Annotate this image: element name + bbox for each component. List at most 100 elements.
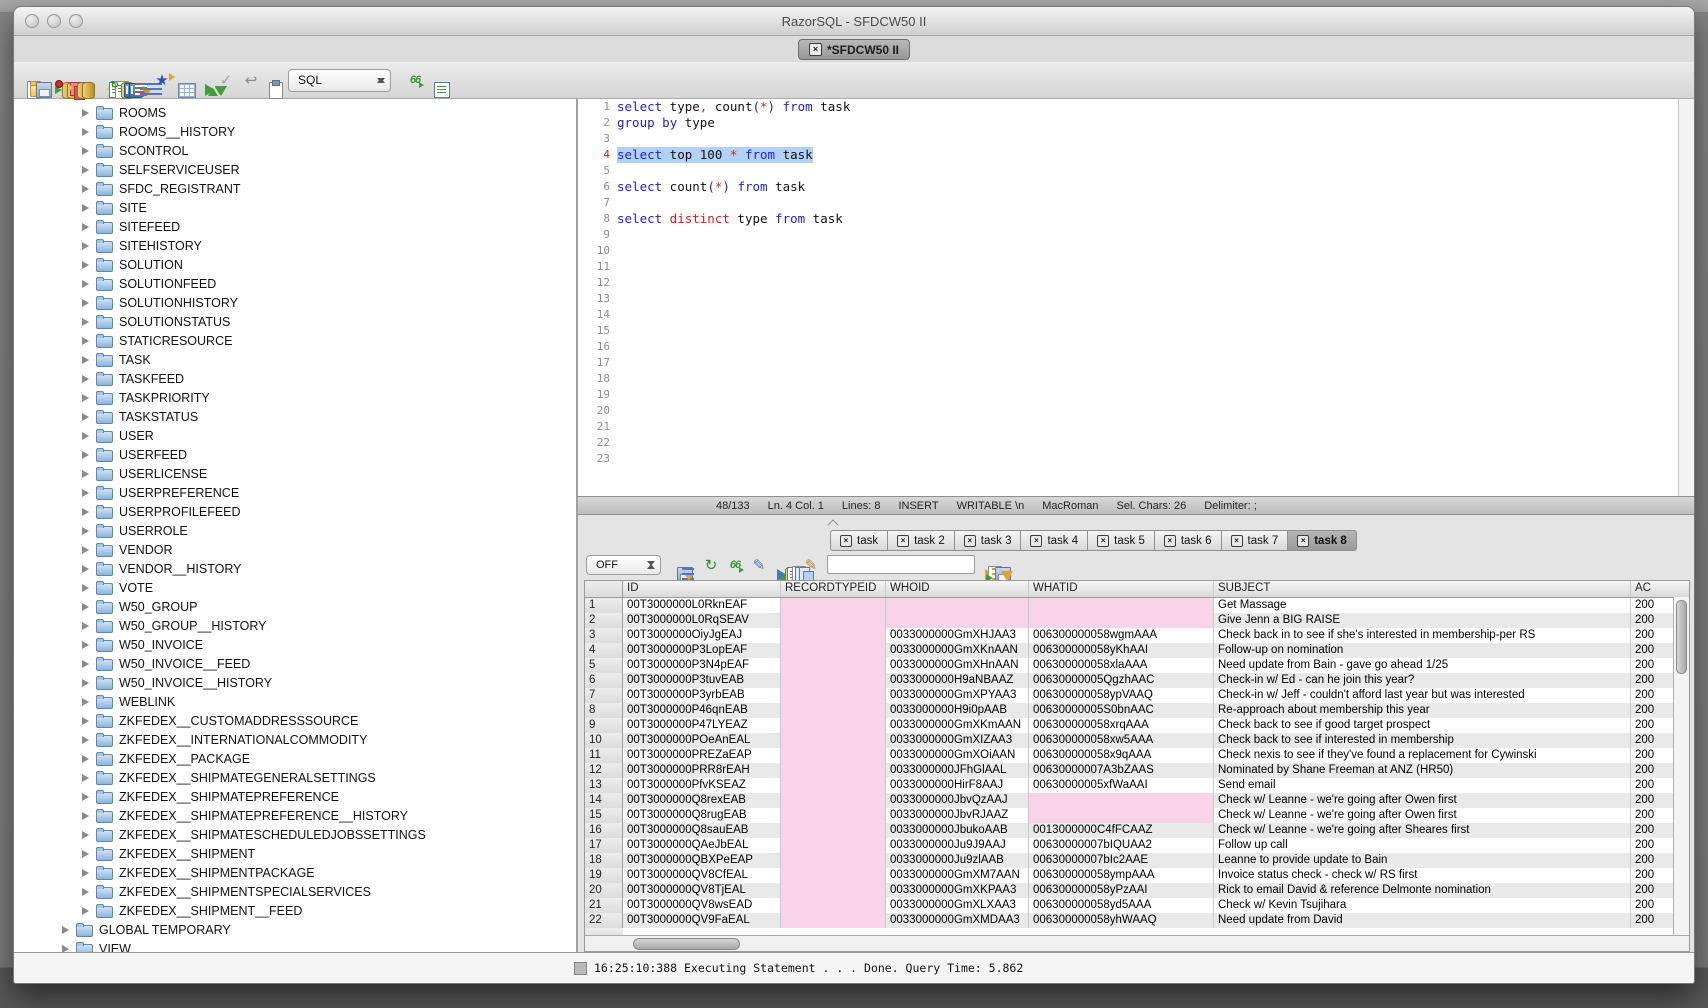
tree-item-site[interactable]: SITE: [14, 198, 576, 217]
highlight-results-icon[interactable]: ✎: [801, 555, 821, 575]
tree-item-taskfeed[interactable]: TASKFEED: [14, 369, 576, 388]
cell-whatid[interactable]: 006300000058ypVAAQ: [1029, 688, 1214, 703]
editor-line[interactable]: 11: [578, 259, 1694, 275]
result-tab-task[interactable]: ×task: [830, 530, 888, 551]
cell-subject[interactable]: Give Jenn a BIG RAISE: [1214, 613, 1631, 628]
cell-recordtypeid[interactable]: [781, 763, 886, 778]
expand-triangle-icon[interactable]: [82, 717, 89, 725]
scrollbar-thumb[interactable]: [633, 938, 740, 950]
close-tab-icon[interactable]: ×: [1030, 535, 1042, 547]
cell-recordtypeid[interactable]: [781, 778, 886, 793]
row-number-cell[interactable]: 19: [585, 868, 623, 883]
tree-item-zkfedex__shipmatepreference__history[interactable]: ZKFEDEX__SHIPMATEPREFERENCE__HISTORY: [14, 806, 576, 825]
cell-id[interactable]: 00T3000000P47LYEAZ: [623, 718, 781, 733]
cell-id[interactable]: 00T3000000QV8CfEAL: [623, 868, 781, 883]
tree-item-sfdc_registrant[interactable]: SFDC_REGISTRANT: [14, 179, 576, 198]
result-tab-task-7[interactable]: ×task 7: [1221, 530, 1289, 551]
cell-whatid[interactable]: [1029, 808, 1214, 823]
table-row[interactable]: 400T3000000P3LopEAF0033000000GmXKnAAN006…: [585, 643, 1689, 658]
cell-recordtypeid[interactable]: [781, 643, 886, 658]
table-row[interactable]: 1900T3000000QV8CfEAL0033000000GmXM7AAN00…: [585, 868, 1689, 883]
cell-subject[interactable]: Need update from David: [1214, 913, 1631, 928]
expand-triangle-icon[interactable]: [82, 679, 89, 687]
cell-recordtypeid[interactable]: [781, 628, 886, 643]
expand-triangle-icon[interactable]: [82, 508, 89, 516]
tree-item-global temporary[interactable]: GLOBAL TEMPORARY: [14, 920, 576, 939]
cell-whatid[interactable]: 006300000058yPzAAI: [1029, 883, 1214, 898]
column-header-recordtypeid[interactable]: RECORDTYPEID: [781, 581, 886, 597]
cell-subject[interactable]: Check w/ Leanne - we're going after Shea…: [1214, 823, 1631, 838]
cell-id[interactable]: 00T3000000L0RknEAF: [623, 598, 781, 613]
editor-line[interactable]: 16: [578, 339, 1694, 355]
cell-id[interactable]: 00T3000000Q8sauEAB: [623, 823, 781, 838]
expand-triangle-icon[interactable]: [82, 869, 89, 877]
cell-recordtypeid[interactable]: [781, 838, 886, 853]
table-row[interactable]: 600T3000000P3tuvEAB0033000000H9aNBAAZ006…: [585, 673, 1689, 688]
result-tab-task-6[interactable]: ×task 6: [1154, 530, 1222, 551]
column-header-subject[interactable]: SUBJECT: [1214, 581, 1631, 597]
refresh-results-icon[interactable]: ↻: [701, 555, 721, 575]
column-header-ac[interactable]: AC: [1631, 581, 1689, 597]
cell-subject[interactable]: Check-in w/ Ed - can he join this year?: [1214, 673, 1631, 688]
table-row[interactable]: 1100T3000000PREZaEAP0033000000GmXOiAAN00…: [585, 748, 1689, 763]
row-number-cell[interactable]: 21: [585, 898, 623, 913]
result-tab-task-4[interactable]: ×task 4: [1020, 530, 1088, 551]
row-number-cell[interactable]: 14: [585, 793, 623, 808]
tree-item-zkfedex__shipment__feed[interactable]: ZKFEDEX__SHIPMENT__FEED: [14, 901, 576, 920]
table-row[interactable]: 300T3000000OiyJgEAJ0033000000GmXHJAA3006…: [585, 628, 1689, 643]
tree-item-w50_invoice__feed[interactable]: W50_INVOICE__FEED: [14, 654, 576, 673]
editor-line[interactable]: 19: [578, 387, 1694, 403]
document-tab[interactable]: × *SFDCW50 II: [798, 39, 910, 60]
editor-line[interactable]: 4select top 100 * from task: [578, 147, 1694, 163]
expand-triangle-icon[interactable]: [82, 755, 89, 763]
cell-recordtypeid[interactable]: [781, 703, 886, 718]
column-header-whoid[interactable]: WHOID: [886, 581, 1029, 597]
cell-subject[interactable]: Follow-up on nomination: [1214, 643, 1631, 658]
editor-line[interactable]: 18: [578, 371, 1694, 387]
tree-item-w50_group__history[interactable]: W50_GROUP__HISTORY: [14, 616, 576, 635]
tree-item-sitehistory[interactable]: SITEHISTORY: [14, 236, 576, 255]
tree-item-vendor__history[interactable]: VENDOR__HISTORY: [14, 559, 576, 578]
cell-whatid[interactable]: 006300000058xw5AAA: [1029, 733, 1214, 748]
rollback-icon[interactable]: ↩: [241, 70, 261, 90]
close-tab-icon[interactable]: ×: [1297, 535, 1309, 547]
expand-triangle-icon[interactable]: [82, 242, 89, 250]
cell-subject[interactable]: Send email: [1214, 778, 1631, 793]
cell-subject[interactable]: Need update from Bain - gave go ahead 1/…: [1214, 658, 1631, 673]
cell-whatid[interactable]: 006300000058x9qAAA: [1029, 748, 1214, 763]
cell-subject[interactable]: Check nexis to see if they've found a re…: [1214, 748, 1631, 763]
table-row[interactable]: 500T3000000P3N4pEAF0033000000GmXHnAAN006…: [585, 658, 1689, 673]
tree-item-userrole[interactable]: USERROLE: [14, 521, 576, 540]
expand-triangle-icon[interactable]: [82, 280, 89, 288]
close-document-icon[interactable]: ×: [809, 43, 822, 56]
cell-subject[interactable]: Check back to see if interested in membe…: [1214, 733, 1631, 748]
table-row[interactable]: 1000T3000000POeAnEAL0033000000GmXIZAA300…: [585, 733, 1689, 748]
cell-subject[interactable]: Check w/ Kevin Tsujihara: [1214, 898, 1631, 913]
editor-line[interactable]: 21: [578, 419, 1694, 435]
editor-line[interactable]: 15: [578, 323, 1694, 339]
cell-whoid[interactable]: 0033000000GmXIZAA3: [886, 733, 1029, 748]
cell-subject[interactable]: Follow up call: [1214, 838, 1631, 853]
expand-triangle-icon[interactable]: [82, 299, 89, 307]
result-tab-task-3[interactable]: ×task 3: [954, 530, 1022, 551]
expand-triangle-icon[interactable]: [82, 888, 89, 896]
tree-item-sitefeed[interactable]: SITEFEED: [14, 217, 576, 236]
cell-whoid[interactable]: 0033000000H9i0pAAB: [886, 703, 1029, 718]
tree-item-scontrol[interactable]: SCONTROL: [14, 141, 576, 160]
row-number-cell[interactable]: 15: [585, 808, 623, 823]
tree-item-userprofilefeed[interactable]: USERPROFILEFEED: [14, 502, 576, 521]
cell-recordtypeid[interactable]: [781, 718, 886, 733]
cell-whatid[interactable]: 00630000005QgzhAAC: [1029, 673, 1214, 688]
cell-id[interactable]: 00T3000000QAeJbEAL: [623, 838, 781, 853]
cell-recordtypeid[interactable]: [781, 913, 886, 928]
tree-item-userlicense[interactable]: USERLICENSE: [14, 464, 576, 483]
cell-id[interactable]: 00T3000000P3LopEAF: [623, 643, 781, 658]
cell-recordtypeid[interactable]: [781, 658, 886, 673]
cell-subject[interactable]: Check-in w/ Jeff - couldn't afford last …: [1214, 688, 1631, 703]
expand-triangle-icon[interactable]: [82, 812, 89, 820]
editor-line[interactable]: 13: [578, 291, 1694, 307]
cell-whatid[interactable]: 00630000007bIc2AAE: [1029, 853, 1214, 868]
cell-id[interactable]: 00T3000000PRR8rEAH: [623, 763, 781, 778]
row-number-cell[interactable]: 20: [585, 883, 623, 898]
cell-id[interactable]: 00T3000000P46qnEAB: [623, 703, 781, 718]
